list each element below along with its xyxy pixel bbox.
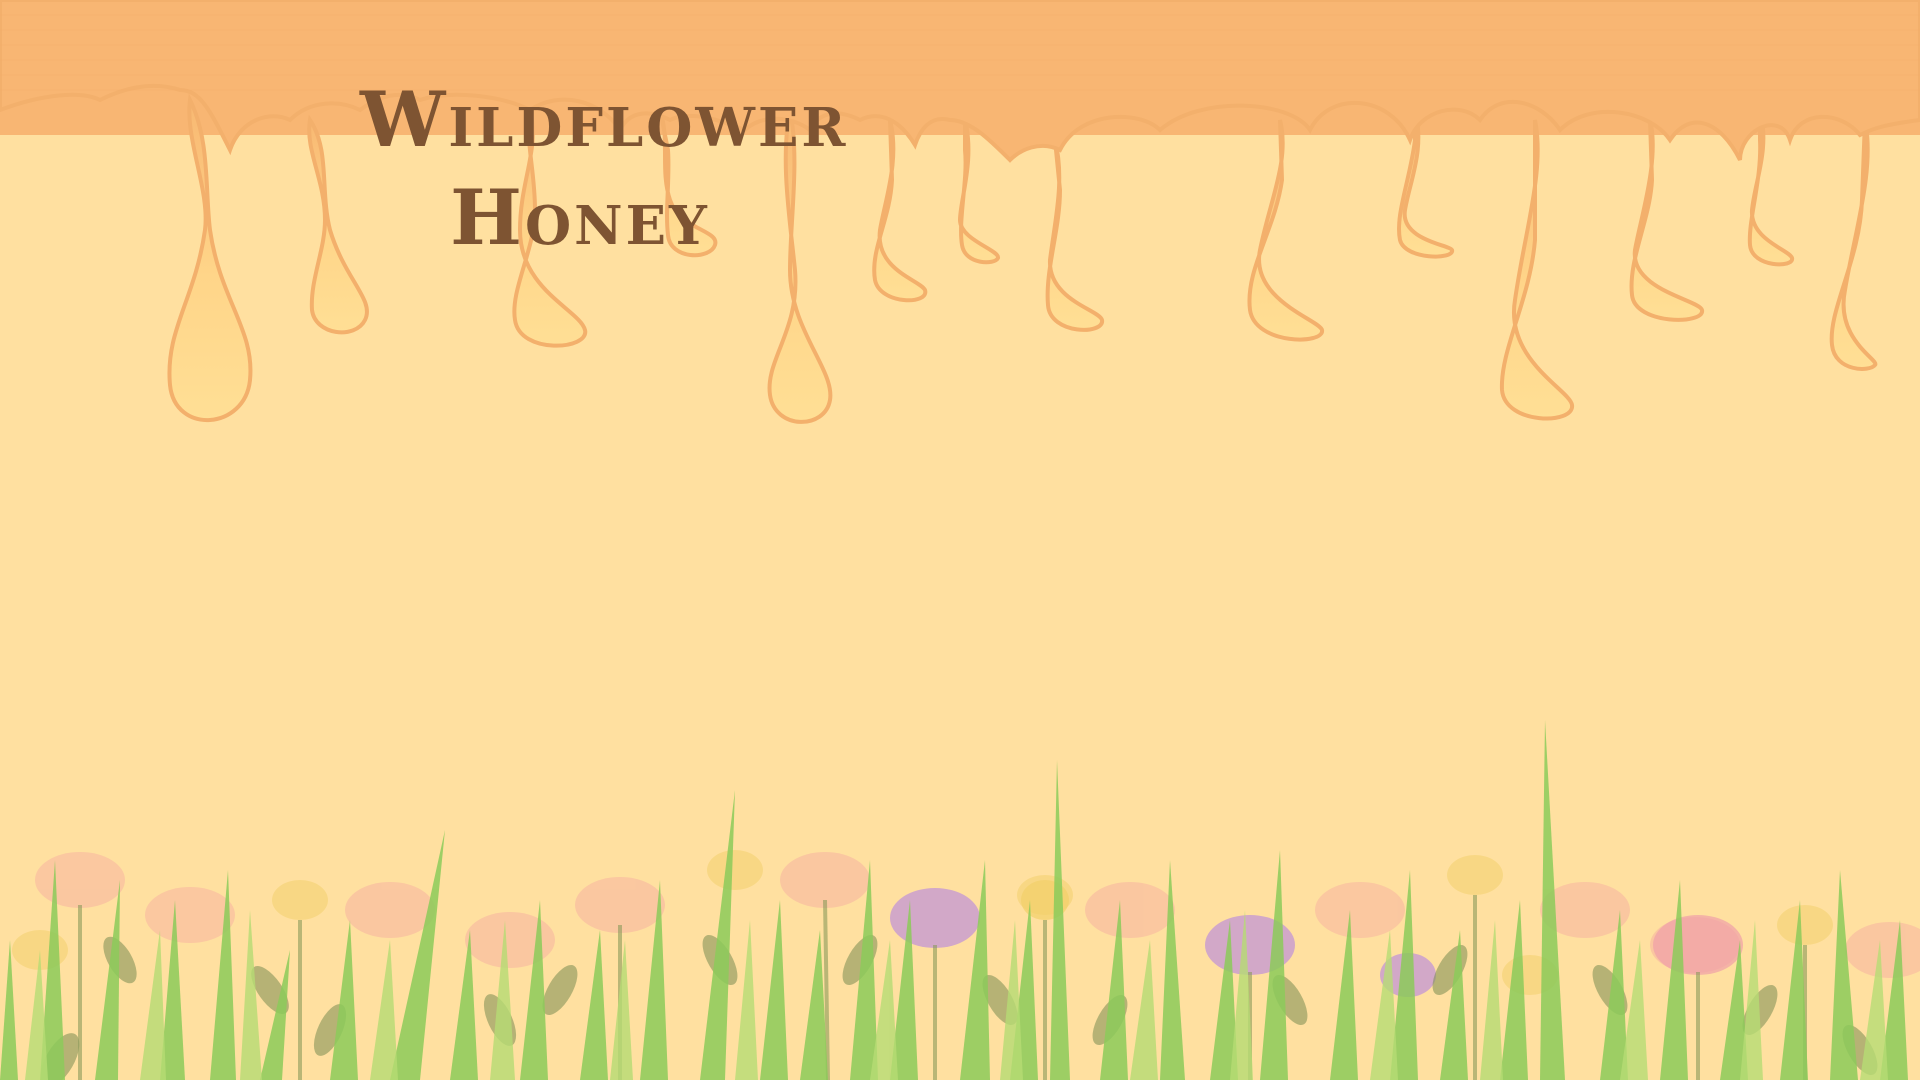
grass-blade <box>140 930 166 1080</box>
flower-blossom <box>145 887 235 943</box>
flower-blossom <box>575 877 665 933</box>
grass-blade <box>735 920 758 1080</box>
flower-blossom <box>345 882 435 938</box>
grass-blade <box>1500 900 1528 1080</box>
flower-blossom <box>780 852 870 908</box>
flower-blossom <box>1085 882 1175 938</box>
grass-blade <box>1050 760 1070 1080</box>
flower-blossom <box>890 888 980 948</box>
flower-blossom <box>1653 915 1743 975</box>
grass-blade <box>95 880 120 1080</box>
grass-blade <box>580 930 608 1080</box>
grass-blade <box>700 790 735 1080</box>
flower-blossom <box>272 880 328 920</box>
grass-blade <box>960 860 990 1080</box>
flower-blossom <box>707 850 763 890</box>
grass-blade <box>390 830 445 1080</box>
grass-blade <box>800 930 828 1080</box>
grass-blade <box>370 940 398 1080</box>
grass-blade <box>1480 920 1503 1080</box>
leaf <box>103 936 137 984</box>
flower-blossom <box>1845 922 1920 978</box>
grass-blade <box>330 920 358 1080</box>
grass-blade <box>1830 870 1858 1080</box>
flower-blossom <box>1447 855 1503 895</box>
grass-blade <box>760 900 788 1080</box>
grass-blade <box>1370 930 1398 1080</box>
flower-blossom <box>1777 905 1833 945</box>
grass-blade <box>1660 880 1688 1080</box>
flower-blossom <box>1315 882 1405 938</box>
grass-blade <box>1130 940 1158 1080</box>
grass-blade <box>240 910 262 1080</box>
slide-canvas: Wildflower Honey <box>0 0 1920 1080</box>
grass-blade <box>0 940 18 1080</box>
flower-blossom <box>35 852 125 908</box>
wildflower-meadow <box>0 720 1920 1080</box>
